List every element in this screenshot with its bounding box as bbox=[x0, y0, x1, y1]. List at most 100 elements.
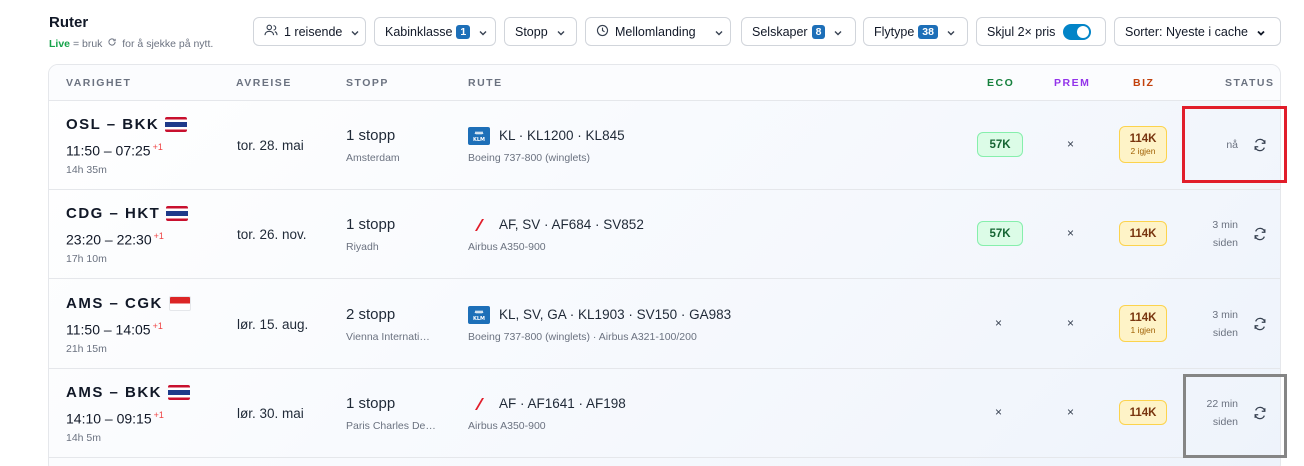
column-departure[interactable]: AVREISE bbox=[236, 77, 292, 89]
stops-count: 1 stopp bbox=[346, 127, 396, 144]
live-label: Live bbox=[49, 38, 71, 50]
day-offset: +1 bbox=[153, 231, 164, 241]
flight-duration: 14h 35m bbox=[66, 164, 107, 176]
flight-numbers: KL · KL1200 · KL845 bbox=[499, 128, 625, 143]
aircraft-type: Airbus A350-900 bbox=[468, 241, 546, 253]
status-text: 3 min siden bbox=[1212, 306, 1238, 342]
route-cell: OSL – BKK bbox=[66, 116, 188, 133]
column-duration[interactable]: VARIGHET bbox=[66, 77, 131, 89]
day-offset: +1 bbox=[153, 410, 164, 420]
flight-duration: 21h 15m bbox=[66, 343, 107, 355]
day-offset: +1 bbox=[152, 321, 163, 331]
refresh-icon[interactable] bbox=[1253, 227, 1267, 241]
route-code: OSL – BKK bbox=[66, 116, 160, 133]
departure-date: tor. 28. mai bbox=[237, 138, 304, 153]
chevron-down-icon bbox=[946, 27, 956, 37]
thailand-flag-icon bbox=[168, 385, 191, 400]
clock-icon bbox=[596, 24, 609, 40]
table-row[interactable]: OSL – BKK 11:50 – 07:25 +1 14h 35m tor. 2… bbox=[49, 101, 1280, 190]
column-route[interactable]: RUTE bbox=[468, 77, 503, 89]
time-range: 14:10 – 09:15 bbox=[66, 410, 152, 427]
eco-price: 57K bbox=[989, 227, 1011, 240]
air-france-logo-icon bbox=[468, 395, 490, 413]
departure-date: lør. 15. aug. bbox=[237, 317, 309, 332]
status-line: siden bbox=[1212, 416, 1238, 428]
status-text: 22 min siden bbox=[1206, 395, 1238, 431]
airlines-label: Selskaper bbox=[752, 24, 808, 39]
biz-price-badge[interactable]: 114K bbox=[1119, 400, 1167, 425]
seats-left: 2 igjen bbox=[1130, 146, 1156, 156]
biz-price-badge[interactable]: 114K bbox=[1119, 221, 1167, 246]
live-hint: Live = bruk for å sjekke på nytt. bbox=[49, 37, 213, 50]
column-status[interactable]: STATUS bbox=[1225, 77, 1274, 89]
column-biz[interactable]: BIZ bbox=[1133, 77, 1154, 89]
day-offset: +1 bbox=[152, 142, 163, 152]
layover-button[interactable]: Mellomlanding bbox=[585, 17, 731, 46]
stopover-city: Amsterdam bbox=[346, 152, 400, 164]
live-hint-before: = bruk bbox=[72, 38, 103, 50]
svg-text:KLM: KLM bbox=[473, 316, 485, 321]
chevron-down-icon bbox=[1256, 27, 1266, 37]
layover-label: Mellomlanding bbox=[615, 24, 696, 39]
travelers-button[interactable]: 1 reisende bbox=[253, 17, 366, 46]
eco-price-badge[interactable]: 57K bbox=[977, 221, 1023, 246]
stops-button[interactable]: Stopp bbox=[504, 17, 577, 46]
status-line: siden bbox=[1212, 327, 1238, 339]
status-line: 3 min bbox=[1212, 309, 1238, 321]
biz-price-badge[interactable]: 114K 2 igjen bbox=[1119, 126, 1167, 163]
eco-price-badge[interactable]: 57K bbox=[977, 132, 1023, 157]
aircraft-type: Boeing 737-800 (winglets) bbox=[468, 152, 590, 164]
aircraft-type-label: Flytype bbox=[874, 24, 915, 39]
reload-icon bbox=[107, 37, 117, 50]
live-hint-after: for å sjekke på nytt. bbox=[122, 38, 214, 50]
stops-count: 1 stopp bbox=[346, 216, 396, 233]
flight-duration: 17h 10m bbox=[66, 253, 107, 265]
seats-left: 1 igjen bbox=[1130, 325, 1156, 335]
biz-price: 114K bbox=[1129, 133, 1157, 145]
chevron-down-icon bbox=[556, 27, 566, 37]
departure-date: lør. 30. mai bbox=[237, 406, 304, 421]
cabin-class-label: Kabinklasse bbox=[385, 24, 453, 39]
stops-label: Stopp bbox=[515, 24, 548, 39]
table-row[interactable]: AMS – CGK 11:50 – 14:05 +1 21h 15m lør. 1… bbox=[49, 280, 1280, 369]
time-range: 11:50 – 07:25 bbox=[66, 142, 151, 159]
eco-unavailable: × bbox=[995, 316, 1003, 330]
airlines-button[interactable]: Selskaper 8 bbox=[741, 17, 856, 46]
stops-count: 1 stopp bbox=[346, 395, 396, 412]
eco-price: 57K bbox=[989, 138, 1011, 151]
flight-numbers: KL, SV, GA · KL1903 · SV150 · GA983 bbox=[499, 307, 732, 322]
hide-double-price-toggle[interactable]: Skjul 2× pris bbox=[976, 17, 1106, 46]
sort-label: Sorter: Nyeste i cache bbox=[1125, 24, 1248, 39]
stopover-city: Riyadh bbox=[346, 241, 379, 253]
chevron-down-icon bbox=[478, 27, 488, 37]
cabin-class-button[interactable]: Kabinklasse 1 bbox=[374, 17, 496, 46]
biz-price: 114K bbox=[1129, 406, 1157, 419]
biz-price-badge[interactable]: 114K 1 igjen bbox=[1119, 305, 1167, 342]
column-eco[interactable]: ECO bbox=[987, 77, 1014, 89]
aircraft-type-button[interactable]: Flytype 38 bbox=[863, 17, 968, 46]
status-text: nå bbox=[1226, 139, 1238, 151]
table-row[interactable]: CDG – HKT 23:20 – 22:30 +1 17h 10m tor. 2… bbox=[49, 190, 1280, 279]
table-row[interactable]: AMS – BKK 14:10 – 09:15 +1 14h 5m lør. 30… bbox=[49, 369, 1280, 458]
refresh-icon[interactable] bbox=[1253, 317, 1267, 331]
refresh-icon[interactable] bbox=[1253, 406, 1267, 420]
klm-logo-icon: KLM bbox=[468, 127, 490, 145]
column-stops[interactable]: STOPP bbox=[346, 77, 389, 89]
column-prem[interactable]: PREM bbox=[1054, 77, 1090, 89]
chevron-down-icon bbox=[350, 27, 360, 37]
prem-unavailable: × bbox=[1067, 137, 1075, 151]
indonesia-flag-icon bbox=[168, 296, 191, 311]
aircraft-type: Airbus A350-900 bbox=[468, 420, 546, 432]
stopover-city: Paris Charles De… bbox=[346, 420, 436, 432]
aircraft-type: Boeing 737-800 (winglets) · Airbus A321-… bbox=[468, 331, 697, 343]
refresh-icon[interactable] bbox=[1253, 138, 1267, 152]
flight-times: 11:50 – 14:05 +1 bbox=[66, 321, 163, 338]
stopover-city: Vienna Internati… bbox=[346, 331, 430, 343]
thailand-flag-icon bbox=[166, 206, 189, 221]
departure-date: tor. 26. nov. bbox=[237, 227, 307, 242]
svg-text:KLM: KLM bbox=[473, 137, 485, 142]
sort-select[interactable]: Sorter: Nyeste i cache bbox=[1114, 17, 1281, 46]
route-cell: AMS – BKK bbox=[66, 384, 191, 401]
chevron-down-icon bbox=[714, 27, 724, 37]
toggle-switch[interactable] bbox=[1063, 23, 1092, 40]
